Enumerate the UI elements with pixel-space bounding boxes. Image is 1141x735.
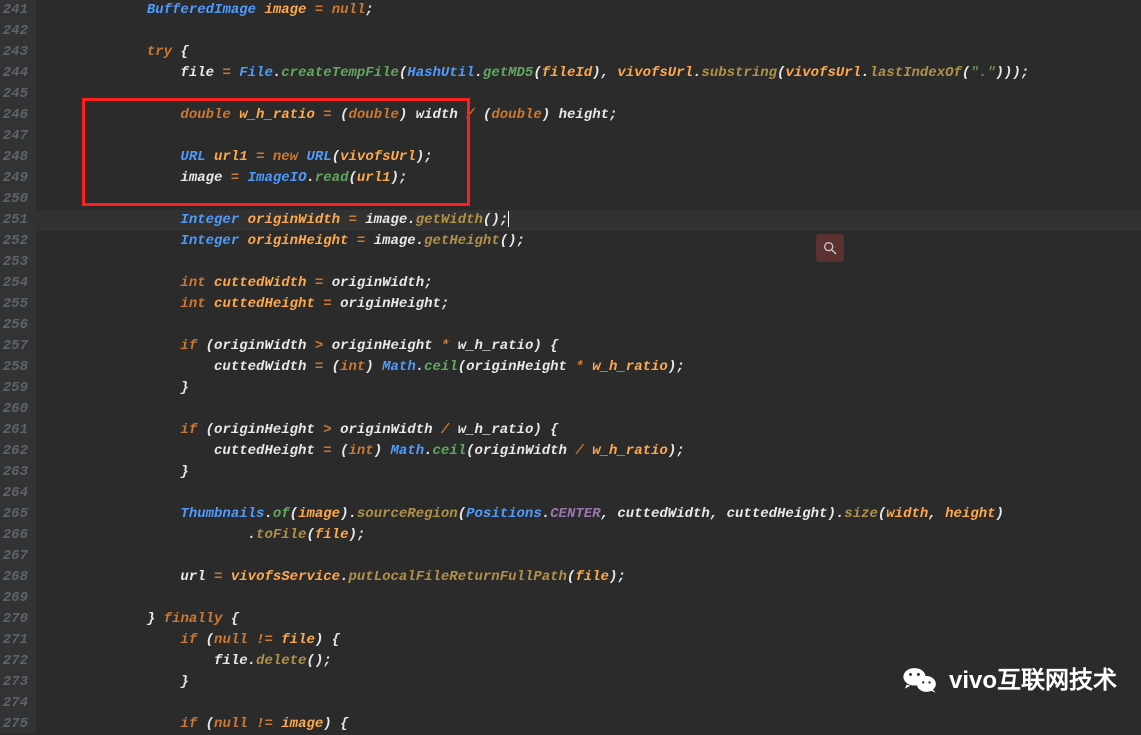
- code-line[interactable]: [46, 21, 1141, 42]
- line-number: 260: [0, 399, 28, 420]
- line-number: 254: [0, 273, 28, 294]
- line-number: 269: [0, 588, 28, 609]
- code-line[interactable]: if (null != image) {: [46, 714, 1141, 735]
- code-line[interactable]: Integer originWidth = image.getWidth();: [46, 210, 1141, 231]
- code-line[interactable]: .toFile(file);: [46, 525, 1141, 546]
- line-number: 247: [0, 126, 28, 147]
- line-number: 253: [0, 252, 28, 273]
- line-number: 268: [0, 567, 28, 588]
- code-line[interactable]: [46, 546, 1141, 567]
- code-line[interactable]: [46, 84, 1141, 105]
- line-number: 258: [0, 357, 28, 378]
- line-number: 252: [0, 231, 28, 252]
- line-number: 272: [0, 651, 28, 672]
- line-number: 243: [0, 42, 28, 63]
- line-number: 266: [0, 525, 28, 546]
- line-number: 249: [0, 168, 28, 189]
- code-line[interactable]: [46, 252, 1141, 273]
- line-number: 271: [0, 630, 28, 651]
- line-number: 248: [0, 147, 28, 168]
- code-line[interactable]: if (null != file) {: [46, 630, 1141, 651]
- line-number: 241: [0, 0, 28, 21]
- code-line[interactable]: double w_h_ratio = (double) width / (dou…: [46, 105, 1141, 126]
- line-number: 270: [0, 609, 28, 630]
- line-number: 267: [0, 546, 28, 567]
- code-line[interactable]: image = ImageIO.read(url1);: [46, 168, 1141, 189]
- code-line[interactable]: Thumbnails.of(image).sourceRegion(Positi…: [46, 504, 1141, 525]
- code-line[interactable]: if (originWidth > originHeight * w_h_rat…: [46, 336, 1141, 357]
- code-area[interactable]: BufferedImage image = null; try { file =…: [36, 0, 1141, 733]
- code-line[interactable]: cuttedHeight = (int) Math.ceil(originWid…: [46, 441, 1141, 462]
- code-line[interactable]: }: [46, 378, 1141, 399]
- code-line[interactable]: file = File.createTempFile(HashUtil.getM…: [46, 63, 1141, 84]
- search-icon[interactable]: [816, 234, 844, 262]
- watermark: vivo互联网技术: [901, 661, 1117, 699]
- code-editor[interactable]: 2412422432442452462472482492502512522532…: [0, 0, 1141, 733]
- line-number: 273: [0, 672, 28, 693]
- line-number: 251: [0, 210, 28, 231]
- code-line[interactable]: URL url1 = new URL(vivofsUrl);: [46, 147, 1141, 168]
- line-number: 264: [0, 483, 28, 504]
- code-line[interactable]: [46, 483, 1141, 504]
- code-line[interactable]: [46, 588, 1141, 609]
- line-number: 259: [0, 378, 28, 399]
- code-line[interactable]: } finally {: [46, 609, 1141, 630]
- code-line[interactable]: [46, 399, 1141, 420]
- line-number: 256: [0, 315, 28, 336]
- code-line[interactable]: [46, 189, 1141, 210]
- code-line[interactable]: cuttedWidth = (int) Math.ceil(originHeig…: [46, 357, 1141, 378]
- code-line[interactable]: try {: [46, 42, 1141, 63]
- line-number: 244: [0, 63, 28, 84]
- line-number-gutter: 2412422432442452462472482492502512522532…: [0, 0, 36, 733]
- line-number: 275: [0, 714, 28, 735]
- line-number: 274: [0, 693, 28, 714]
- line-number: 262: [0, 441, 28, 462]
- line-number: 245: [0, 84, 28, 105]
- line-number: 246: [0, 105, 28, 126]
- line-number: 255: [0, 294, 28, 315]
- code-line[interactable]: }: [46, 462, 1141, 483]
- line-number: 263: [0, 462, 28, 483]
- line-number: 250: [0, 189, 28, 210]
- code-line[interactable]: int cuttedHeight = originHeight;: [46, 294, 1141, 315]
- wechat-icon: [901, 661, 939, 699]
- watermark-text: vivo互联网技术: [949, 670, 1117, 691]
- line-number: 257: [0, 336, 28, 357]
- code-line[interactable]: url = vivofsService.putLocalFileReturnFu…: [46, 567, 1141, 588]
- code-line[interactable]: Integer originHeight = image.getHeight()…: [46, 231, 1141, 252]
- line-number: 261: [0, 420, 28, 441]
- code-line[interactable]: int cuttedWidth = originWidth;: [46, 273, 1141, 294]
- code-line[interactable]: [46, 315, 1141, 336]
- line-number: 242: [0, 21, 28, 42]
- line-number: 265: [0, 504, 28, 525]
- code-line[interactable]: if (originHeight > originWidth / w_h_rat…: [46, 420, 1141, 441]
- code-line[interactable]: BufferedImage image = null;: [46, 0, 1141, 21]
- code-line[interactable]: [46, 126, 1141, 147]
